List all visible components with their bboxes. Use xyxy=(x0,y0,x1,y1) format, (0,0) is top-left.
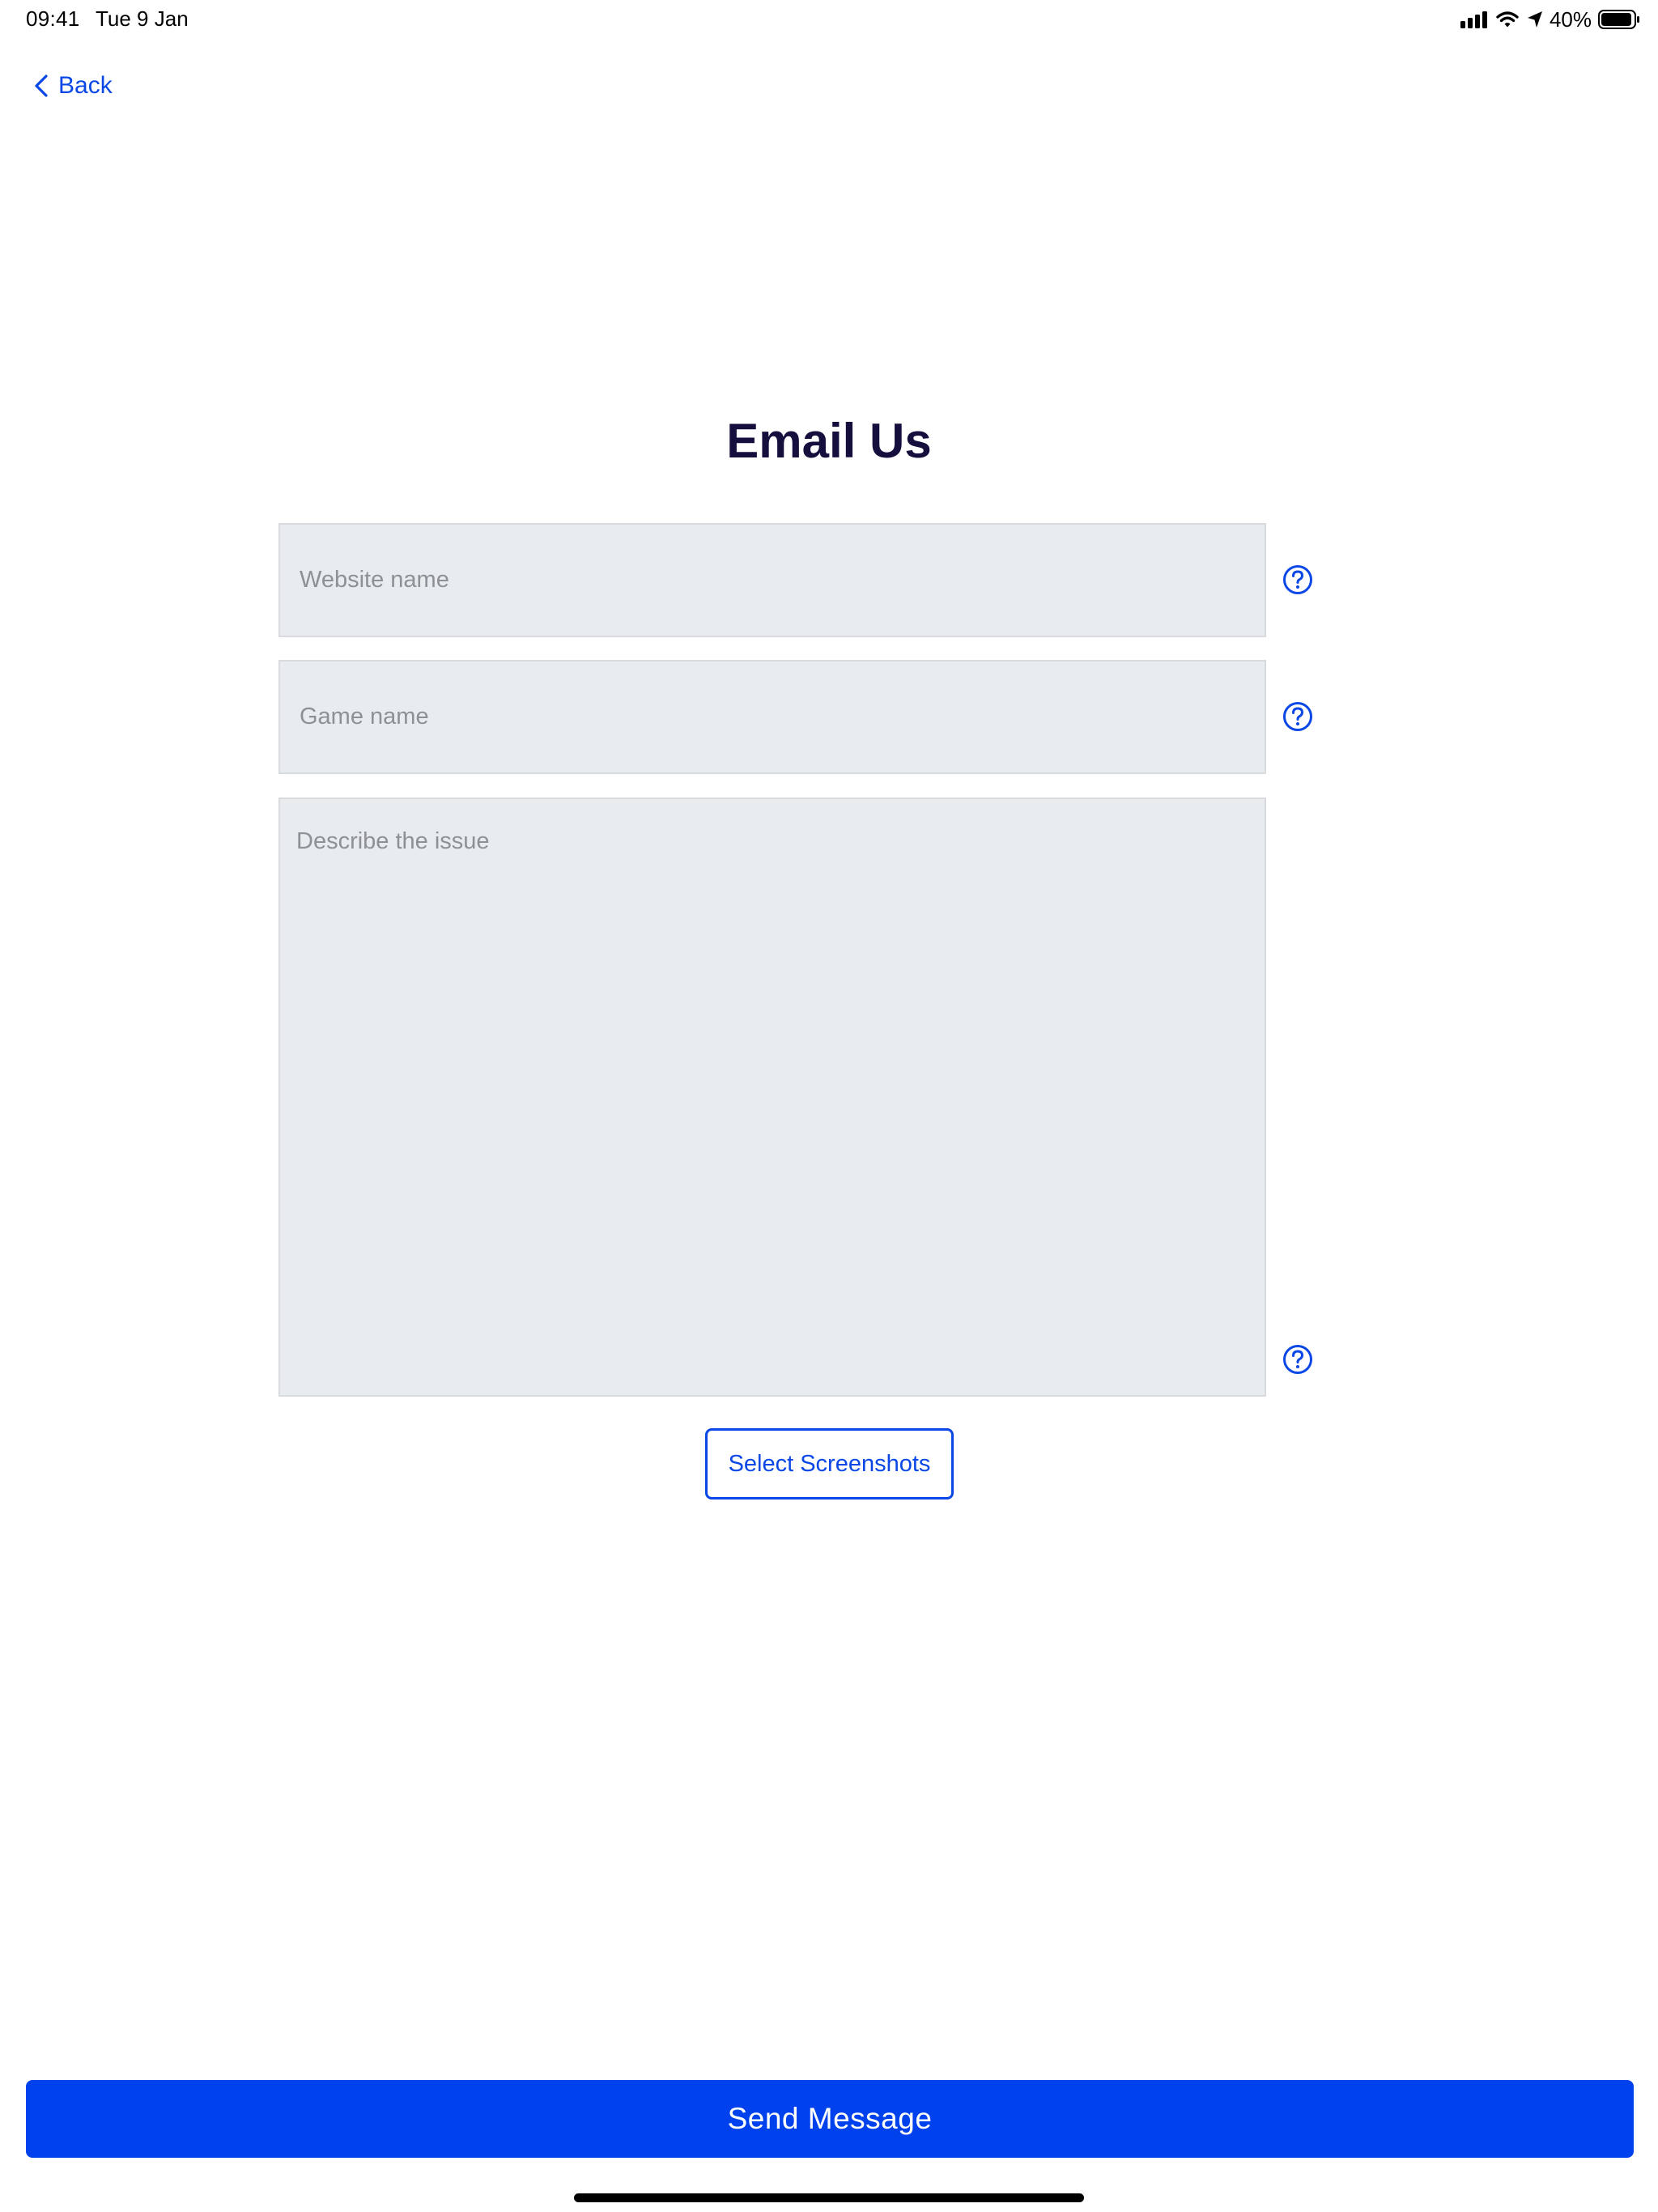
back-button[interactable]: Back xyxy=(34,70,113,102)
status-date: Tue 9 Jan xyxy=(96,6,189,31)
game-name-input[interactable] xyxy=(278,660,1266,774)
status-indicators: 40% xyxy=(1460,6,1640,32)
battery-icon xyxy=(1598,10,1639,29)
chevron-left-icon xyxy=(35,74,48,97)
battery-percentage: 40% xyxy=(1549,6,1592,32)
question-circle-icon[interactable] xyxy=(1282,701,1313,732)
home-indicator[interactable] xyxy=(574,2193,1084,2202)
issue-description-textarea[interactable] xyxy=(278,798,1266,1397)
email-us-screen: 09:41 Tue 9 Jan 40% Back Email Us Websit… xyxy=(0,0,1658,2212)
signal-icon xyxy=(1460,11,1487,28)
wifi-icon xyxy=(1496,11,1519,28)
back-label: Back xyxy=(58,72,113,99)
question-circle-icon[interactable] xyxy=(1282,1344,1313,1375)
status-time: 09:41 xyxy=(26,6,80,31)
website-name-input[interactable] xyxy=(278,523,1266,637)
send-message-button[interactable]: Send Message xyxy=(26,2080,1634,2158)
question-circle-icon[interactable] xyxy=(1282,564,1313,595)
page-title: Email Us xyxy=(726,414,932,468)
select-screenshots-button[interactable]: Select Screenshots xyxy=(705,1428,954,1499)
location-icon xyxy=(1527,11,1542,28)
